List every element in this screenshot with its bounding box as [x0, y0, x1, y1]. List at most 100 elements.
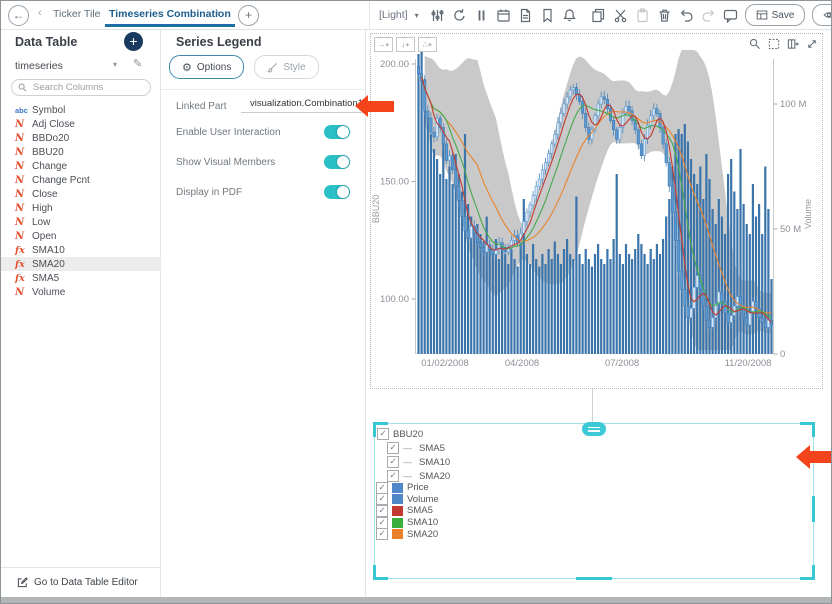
series-legend-settings-panel: Series Legend ⚙ Options Style Linked Par… — [161, 29, 366, 597]
toggle-enable-user-interaction[interactable] — [324, 125, 350, 139]
column-item-open[interactable]: NOpen — [1, 229, 161, 243]
column-label: Adj Close — [32, 119, 75, 130]
column-item-high[interactable]: NHigh — [1, 201, 161, 215]
cut-icon[interactable] — [613, 8, 628, 23]
column-item-bbdo20[interactable]: NBBDo20 — [1, 131, 161, 145]
combination-chart-panel[interactable]: 200.00150.00100.00100 M50 M001/02/200804… — [370, 33, 823, 389]
search-columns-input[interactable] — [31, 81, 135, 94]
legend-swatch-item-sma5[interactable]: ✓SMA5 — [376, 505, 439, 517]
series-legend-widget[interactable]: ✓BBU20 ✓—SMA5✓—SMA10✓—SMA20 ✓Price✓Volum… — [374, 423, 814, 579]
column-item-adj-close[interactable]: NAdj Close — [1, 117, 161, 131]
legend-header-row[interactable]: ✓BBU20 — [377, 427, 423, 441]
delete-icon[interactable] — [657, 8, 672, 23]
style-tab[interactable]: Style — [254, 55, 318, 79]
copy-icon[interactable] — [591, 8, 606, 23]
undo-icon[interactable] — [679, 8, 694, 23]
refresh-icon[interactable] — [452, 8, 467, 23]
back-icon[interactable]: ← — [8, 5, 29, 26]
toggle-show-visual-members[interactable] — [324, 155, 350, 169]
column-item-close[interactable]: NClose — [1, 187, 161, 201]
add-panel-right-icon[interactable]: →+ — [374, 37, 393, 52]
theme-caret-icon[interactable]: ▾ — [415, 11, 419, 20]
svg-text:01/02/2008: 01/02/2008 — [421, 358, 469, 369]
column-list: abcSymbolNAdj CloseNBBDo20NBBU20NChangeN… — [1, 103, 161, 299]
add-panel-down-icon[interactable]: ↓+ — [396, 37, 415, 52]
column-item-change-pcnt[interactable]: NChange Pcnt — [1, 173, 161, 187]
column-item-sma20[interactable]: fxSMA20 — [1, 257, 161, 271]
checkbox[interactable]: ✓ — [387, 456, 399, 468]
column-item-symbol[interactable]: abcSymbol — [1, 103, 161, 117]
checkbox[interactable]: ✓ — [387, 442, 399, 454]
export-image-icon[interactable] — [787, 38, 799, 50]
checkbox[interactable]: ✓ — [376, 482, 388, 494]
checkbox[interactable]: ✓ — [377, 428, 389, 440]
column-item-low[interactable]: NLow — [1, 215, 161, 229]
go-to-data-table-editor[interactable]: Go to Data Table Editor — [1, 567, 161, 597]
column-item-bbu20[interactable]: NBBU20 — [1, 145, 161, 159]
comment-icon[interactable] — [723, 8, 738, 23]
resize-handle-right[interactable] — [812, 496, 815, 522]
table-selector[interactable]: timeseries — [15, 60, 63, 72]
legend-swatch-item-sma20[interactable]: ✓SMA20 — [376, 528, 439, 540]
checkbox[interactable]: ✓ — [376, 517, 388, 529]
column-label: Change — [32, 161, 67, 172]
checkbox[interactable]: ✓ — [376, 505, 388, 517]
next-tab-chevron-icon[interactable]: › — [216, 7, 220, 19]
legend-swatch-item-volume[interactable]: ✓ Volume — [376, 494, 439, 506]
sliders-icon[interactable] — [430, 8, 445, 23]
add-scatter-icon[interactable]: ∴+ — [418, 37, 437, 52]
numeric-column-icon: N — [15, 189, 32, 200]
formula-column-icon: fx — [15, 259, 32, 270]
bookmark-icon[interactable] — [540, 8, 555, 23]
theme-selector[interactable]: [Light] — [379, 9, 408, 21]
legend-line-item-sma20[interactable]: ✓—SMA20 — [387, 469, 450, 483]
column-label: Close — [32, 189, 58, 200]
legend-line-item-sma5[interactable]: ✓—SMA5 — [387, 441, 450, 455]
column-item-change[interactable]: NChange — [1, 159, 161, 173]
bell-icon[interactable] — [562, 8, 577, 23]
legend-item-label: Volume — [407, 494, 439, 505]
redo-icon — [701, 8, 716, 23]
drag-handle-icon[interactable] — [582, 422, 606, 436]
tab-ticker-tile[interactable]: Ticker Tile — [53, 8, 100, 20]
column-item-sma5[interactable]: fxSMA5 — [1, 271, 161, 285]
maximize-icon[interactable] — [806, 38, 818, 50]
rubber-band-icon[interactable] — [768, 38, 780, 50]
numeric-column-icon: N — [15, 231, 32, 242]
panel-title: Series Legend — [176, 35, 261, 49]
checkbox[interactable]: ✓ — [376, 493, 388, 505]
chart-insert-buttons: →+↓+∴+ — [374, 37, 437, 52]
legend-swatch-item-sma10[interactable]: ✓SMA10 — [376, 517, 439, 529]
svg-text:11/20/2008: 11/20/2008 — [725, 358, 772, 369]
legend-swatch-item-price[interactable]: ✓Price — [376, 482, 439, 494]
zoom-icon[interactable] — [749, 38, 761, 50]
add-sheet-button[interactable]: + — [238, 5, 259, 26]
calendar-icon[interactable] — [496, 8, 511, 23]
column-item-sma10[interactable]: fxSMA10 — [1, 243, 161, 257]
prev-tab-chevron-icon[interactable]: ‹ — [38, 7, 42, 19]
legend-line-item-sma10[interactable]: ✓—SMA10 — [387, 455, 450, 469]
options-tab[interactable]: ⚙ Options — [169, 55, 244, 79]
checkbox[interactable]: ✓ — [387, 470, 399, 482]
legend-connector-line — [592, 389, 593, 423]
toggle-knob — [337, 126, 349, 138]
setting-label: Show Visual Members — [176, 156, 294, 169]
table-caret-icon[interactable]: ▾ — [113, 60, 117, 69]
selection-bracket — [373, 565, 388, 580]
tab-timeseries-combination[interactable]: Timeseries Combination — [109, 8, 231, 20]
edit-table-icon[interactable]: ✎ — [133, 57, 142, 70]
checkbox[interactable]: ✓ — [376, 528, 388, 540]
resize-handle-bottom[interactable] — [576, 577, 612, 580]
pdf-export-icon[interactable] — [518, 8, 533, 23]
numeric-column-icon: N — [15, 147, 32, 158]
combination-chart[interactable]: 200.00150.00100.00100 M50 M001/02/200804… — [371, 34, 824, 390]
save-button[interactable]: Save — [745, 4, 806, 26]
linked-part-input[interactable]: visualization.Combination1 — [241, 98, 363, 113]
add-data-table-button[interactable]: + — [124, 32, 143, 51]
column-item-volume[interactable]: NVolume — [1, 285, 161, 299]
pause-icon[interactable] — [474, 8, 489, 23]
toggle-display-in-pdf[interactable] — [324, 185, 350, 199]
numeric-column-icon: N — [15, 133, 32, 144]
column-label: SMA5 — [32, 273, 59, 284]
view-button[interactable]: View — [812, 4, 832, 26]
